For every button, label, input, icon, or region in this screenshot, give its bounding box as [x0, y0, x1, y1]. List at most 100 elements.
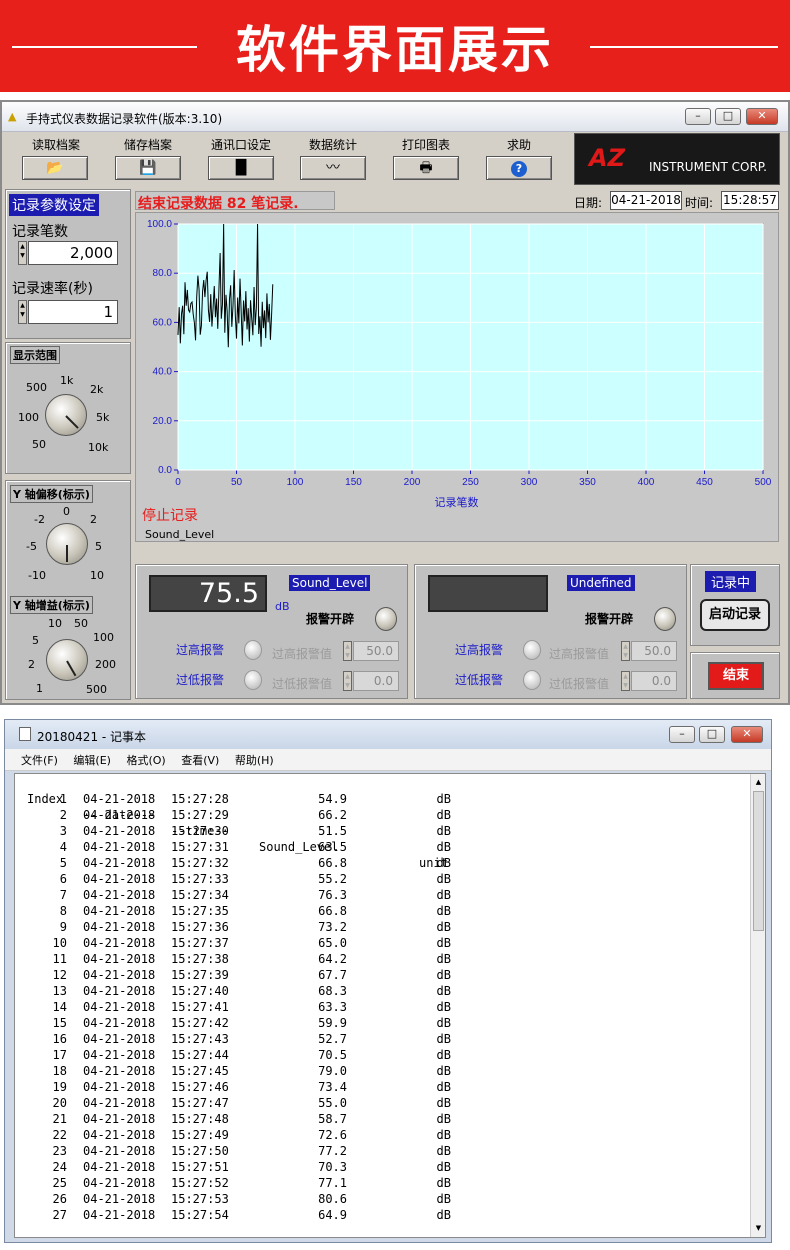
minimize-icon[interactable]: – [685, 108, 711, 125]
cell-index: 8 [59, 904, 67, 918]
x-axis-label: 记录笔数 [435, 495, 479, 509]
port-settings-button[interactable]: ▐▌ [208, 156, 274, 180]
scroll-thumb[interactable] [753, 791, 764, 931]
alarm-toggle[interactable] [375, 607, 397, 631]
help-button[interactable]: ? [486, 156, 552, 180]
cell-time: 15:27:53 [171, 1192, 229, 1206]
cell-date: 04-21-2018 [83, 1176, 156, 1190]
high-value-field[interactable]: 50.0 [353, 641, 399, 661]
record-rate-spinner[interactable]: ▲ ▼ [18, 300, 27, 324]
cell-unit: dB [436, 840, 451, 854]
cell-time: 15:27:36 [171, 920, 229, 934]
yaxis-panel: Y 轴偏移(标示) -2 0 2 -5 5 -10 10 Y 轴增益(标示) 1… [5, 480, 131, 700]
menu-file[interactable]: 文件(F) [21, 754, 58, 767]
end-button[interactable]: 结束 [708, 662, 764, 690]
company-logo: AZ INSTRUMENT CORP. [574, 133, 780, 185]
vertical-scrollbar[interactable]: ▲ ▼ [750, 774, 765, 1237]
record-count-label: 记录笔数 [12, 224, 68, 240]
range-tick: 500 [26, 381, 47, 394]
alarm-toggle[interactable] [654, 607, 676, 631]
cell-unit: dB [436, 1144, 451, 1158]
cell-unit: dB [436, 888, 451, 902]
print-button[interactable]: 🖶 [393, 156, 459, 180]
y-tick-label: 80.0 [153, 268, 173, 279]
low-value-field[interactable]: 0.0 [631, 671, 677, 691]
yoffset-knob[interactable] [46, 523, 88, 565]
banner-title: 软件界面展示 [236, 20, 554, 79]
table-row: 11 04-21-2018 15:27:38 64.2 dB [15, 951, 750, 967]
meter-channel-label: Undefined [567, 575, 635, 591]
low-alarm-led [523, 670, 541, 690]
table-row: 10 04-21-2018 15:27:37 65.0 dB [15, 935, 750, 951]
time-field: 15:28:57 [721, 191, 779, 210]
high-value-field[interactable]: 50.0 [631, 641, 677, 661]
cell-time: 15:27:39 [171, 968, 229, 982]
menu-format[interactable]: 格式(O) [126, 754, 165, 767]
maximize-icon[interactable]: □ [715, 108, 741, 125]
table-row: 9 04-21-2018 15:27:36 73.2 dB [15, 919, 750, 935]
cell-index: 10 [52, 936, 67, 950]
cell-sound-level: 70.5 [318, 1048, 347, 1062]
notepad-text-area[interactable]: Index ---date--- --time-- Sound_Level un… [14, 773, 766, 1238]
cell-unit: dB [436, 904, 451, 918]
close-icon[interactable]: ✕ [731, 726, 763, 743]
high-value-label: 过高报警值 [272, 647, 333, 661]
cell-index: 25 [52, 1176, 67, 1190]
table-row: 25 04-21-2018 15:27:52 77.1 dB [15, 1175, 750, 1191]
cell-time: 15:27:52 [171, 1176, 229, 1190]
cell-unit: dB [436, 920, 451, 934]
scroll-down-icon[interactable]: ▼ [752, 1220, 765, 1236]
yoffset-tick: -5 [26, 540, 37, 553]
record-count-spinner[interactable]: ▲ ▼ [18, 241, 27, 265]
ygain-tick: 1 [36, 682, 43, 695]
menu-view[interactable]: 查看(V) [181, 754, 219, 767]
statistics-button[interactable]: 〰 [300, 156, 366, 180]
low-value-spinner[interactable]: ▲ ▼ [343, 671, 352, 691]
cell-index: 9 [59, 920, 67, 934]
range-tick: 5k [96, 411, 110, 424]
high-value-spinner[interactable]: ▲ ▼ [621, 641, 630, 661]
port-icon: ▐▌ [230, 160, 252, 176]
cell-time: 15:27:28 [171, 792, 229, 806]
table-row: 21 04-21-2018 15:27:48 58.7 dB [15, 1111, 750, 1127]
cell-sound-level: 67.7 [318, 968, 347, 982]
meter-readout: 75.5 [149, 575, 267, 612]
cell-unit: dB [436, 1128, 451, 1142]
open-file-button[interactable]: 📂 [22, 156, 88, 180]
high-value-spinner[interactable]: ▲ ▼ [343, 641, 352, 661]
chart-legend: Sound_Level [135, 526, 779, 544]
save-file-button[interactable]: 💾 [115, 156, 181, 180]
low-value-spinner[interactable]: ▲ ▼ [621, 671, 630, 691]
y-tick-label: 60.0 [153, 317, 173, 328]
time-label: 时间: [685, 196, 714, 210]
close-icon[interactable]: ✕ [746, 108, 778, 125]
table-row: 16 04-21-2018 15:27:43 52.7 dB [15, 1031, 750, 1047]
cell-index: 3 [59, 824, 67, 838]
start-record-button[interactable]: 启动记录 [700, 599, 770, 631]
cell-date: 04-21-2018 [83, 1080, 156, 1094]
table-row: 2 04-21-2018 15:27:29 66.2 dB [15, 807, 750, 823]
table-row: 7 04-21-2018 15:27:34 76.3 dB [15, 887, 750, 903]
range-knob[interactable] [45, 394, 87, 436]
notepad-table: Index ---date--- --time-- Sound_Level un… [15, 775, 750, 1223]
cell-unit: dB [436, 1064, 451, 1078]
cell-time: 15:27:32 [171, 856, 229, 870]
low-value-field[interactable]: 0.0 [353, 671, 399, 691]
app-titlebar: ▲ 手持式仪表数据记录软件(版本:3.10) – □ ✕ [2, 102, 788, 132]
y-tick-label: 40.0 [153, 367, 173, 378]
x-tick-label: 150 [345, 477, 362, 488]
menu-edit[interactable]: 编辑(E) [73, 754, 111, 767]
yoffset-tick: 2 [90, 513, 97, 526]
minimize-icon[interactable]: – [669, 726, 695, 743]
cell-time: 15:27:47 [171, 1096, 229, 1110]
knob-pointer [65, 415, 79, 429]
statistics-icon: 〰 [326, 160, 340, 176]
cell-index: 26 [52, 1192, 67, 1206]
record-rate-input[interactable]: 1 [28, 300, 118, 324]
record-count-input[interactable]: 2,000 [28, 241, 118, 265]
ygain-knob[interactable] [46, 639, 88, 681]
scroll-up-icon[interactable]: ▲ [752, 774, 765, 790]
menu-help[interactable]: 帮助(H) [235, 754, 274, 767]
maximize-icon[interactable]: □ [699, 726, 725, 743]
cell-sound-level: 55.2 [318, 872, 347, 886]
